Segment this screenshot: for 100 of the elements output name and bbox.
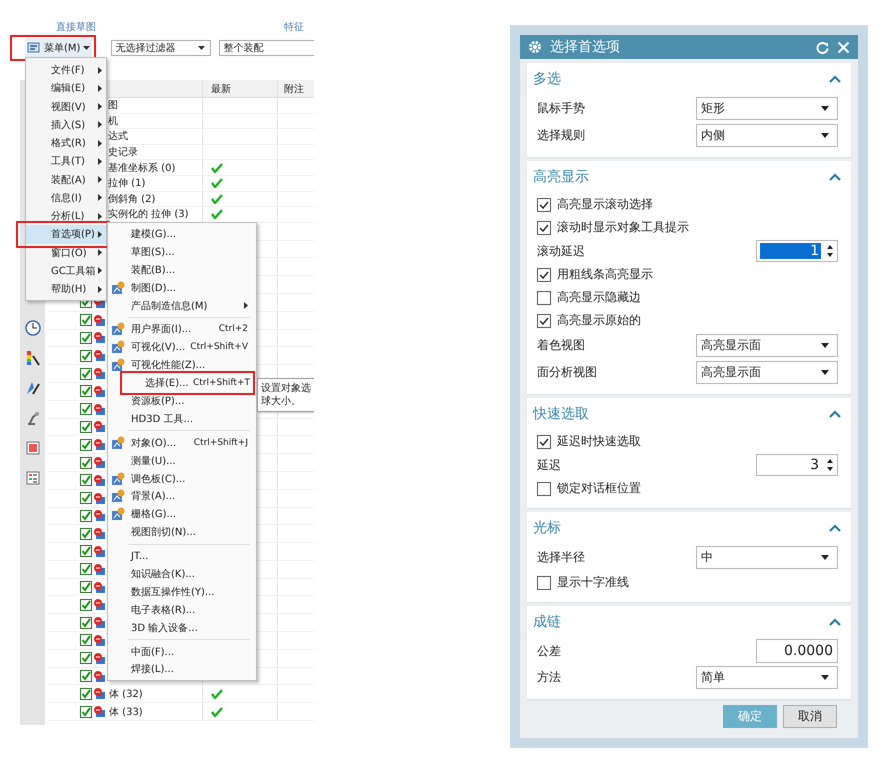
menu-item[interactable]: 帮助(H) bbox=[26, 280, 106, 298]
menu-item[interactable]: 焊接(L)... bbox=[108, 660, 256, 678]
feature-icon bbox=[93, 420, 106, 434]
checkbox[interactable] bbox=[80, 420, 92, 433]
checkbox[interactable] bbox=[80, 670, 92, 682]
checkbox[interactable] bbox=[80, 510, 92, 522]
menu-item[interactable]: 草图(S)... bbox=[108, 242, 256, 261]
menu-item[interactable]: 电子表格(R)... bbox=[108, 600, 256, 619]
spinner-field[interactable]: 3 bbox=[756, 454, 838, 476]
reset-icon[interactable] bbox=[816, 40, 829, 54]
menu-item[interactable]: 视图(V) bbox=[26, 98, 106, 116]
menu-item[interactable]: 知识融合(K)... bbox=[108, 565, 256, 583]
menu-item[interactable]: 可视化(V)... Ctrl+Shift+V bbox=[108, 338, 256, 356]
menu-item[interactable]: 可视化性能(Z)... bbox=[108, 356, 256, 374]
section-title: 光标 bbox=[533, 519, 561, 537]
menu-item[interactable]: 中面(F)... bbox=[108, 642, 256, 660]
checkbox[interactable] bbox=[80, 403, 92, 416]
menu-item[interactable]: 分析(L) bbox=[26, 207, 106, 226]
checkbox[interactable] bbox=[537, 482, 551, 496]
checkbox[interactable] bbox=[80, 456, 92, 468]
checkbox[interactable] bbox=[80, 350, 92, 362]
checkbox[interactable] bbox=[537, 434, 551, 448]
spinner-field[interactable]: 1 bbox=[756, 240, 838, 262]
checkbox[interactable] bbox=[537, 290, 551, 304]
checkbox[interactable] bbox=[537, 268, 551, 282]
collapse-icon[interactable] bbox=[829, 524, 841, 532]
menu-item[interactable]: 用户界面(I)... Ctrl+2 bbox=[108, 320, 256, 338]
checkbox[interactable] bbox=[80, 706, 92, 718]
menu-item[interactable]: 装配(A) bbox=[26, 170, 106, 189]
menu-item[interactable]: 选择(E)... Ctrl+Shift+T bbox=[124, 374, 253, 392]
menu-item[interactable]: 窗口(O) bbox=[26, 244, 106, 262]
selection-filter-dropdown[interactable]: 无选择过滤器 bbox=[111, 40, 212, 56]
scope-dropdown[interactable]: 整个装配 bbox=[219, 40, 314, 56]
spin-arrows-icon[interactable] bbox=[827, 245, 833, 257]
dropdown[interactable]: 高亮显示面 bbox=[696, 334, 838, 357]
close-icon[interactable] bbox=[837, 40, 850, 54]
menu-item[interactable]: 插入(S) bbox=[26, 116, 106, 134]
collapse-icon[interactable] bbox=[829, 410, 841, 418]
menu-item[interactable]: 建模(G)... bbox=[108, 225, 256, 243]
checkbox[interactable] bbox=[80, 598, 92, 611]
feature-icon bbox=[93, 367, 106, 380]
menu-item[interactable]: 文件(F) bbox=[26, 61, 106, 80]
input-field[interactable]: 0.0000 bbox=[756, 639, 838, 663]
checkbox[interactable] bbox=[80, 368, 92, 380]
checkbox[interactable] bbox=[80, 314, 92, 326]
menu-item[interactable]: 对象(O)... Ctrl+Shift+J bbox=[108, 434, 256, 452]
checkbox[interactable] bbox=[80, 616, 92, 629]
checkbox[interactable] bbox=[80, 385, 92, 398]
checkbox[interactable] bbox=[80, 688, 92, 700]
menu-item[interactable]: 调色板(C)... bbox=[108, 470, 256, 488]
feature-icon bbox=[93, 492, 106, 505]
checkbox[interactable] bbox=[80, 438, 92, 451]
checkbox[interactable] bbox=[537, 314, 551, 328]
checkbox[interactable] bbox=[80, 528, 92, 540]
checkbox[interactable] bbox=[80, 652, 92, 664]
menu-button[interactable]: 菜单(M) bbox=[25, 38, 92, 58]
checkbox[interactable] bbox=[537, 220, 551, 234]
checkbox[interactable] bbox=[537, 198, 551, 212]
checkbox[interactable] bbox=[80, 581, 92, 594]
menu-item[interactable]: JT... bbox=[108, 547, 256, 566]
submenu-arrow-icon bbox=[98, 286, 102, 293]
collapse-icon[interactable] bbox=[829, 173, 841, 181]
dropdown[interactable]: 中 bbox=[696, 546, 838, 569]
checkbox[interactable] bbox=[80, 332, 92, 344]
dropdown-arrow-icon bbox=[821, 106, 829, 111]
checkbox[interactable] bbox=[80, 563, 92, 576]
menu-item[interactable]: 数据互操作性(Y)... bbox=[108, 582, 256, 601]
dropdown[interactable]: 矩形 bbox=[696, 97, 838, 120]
menu-item[interactable]: 装配(B)... bbox=[108, 260, 256, 279]
tree-node-label: 体 (32) bbox=[109, 688, 143, 701]
dropdown[interactable]: 高亮显示面 bbox=[696, 361, 838, 384]
menu-item[interactable]: 制图(D)... bbox=[108, 278, 256, 297]
menu-item[interactable]: 测量(U)... bbox=[108, 452, 256, 470]
cancel-button[interactable]: 取消 bbox=[783, 705, 837, 728]
menu-item[interactable]: 栅格(G)... bbox=[108, 505, 256, 524]
menu-item[interactable]: 资源板(P)... bbox=[108, 392, 256, 410]
menu-item[interactable]: HD3D 工具... bbox=[108, 410, 256, 428]
menu-item[interactable]: 编辑(E) bbox=[26, 79, 106, 98]
menu-item[interactable]: 信息(I) bbox=[26, 188, 106, 207]
checkbox[interactable] bbox=[80, 492, 92, 504]
menu-item[interactable]: 视图剖切(N)... bbox=[108, 523, 256, 542]
menu-item[interactable]: 背景(A)... bbox=[108, 487, 256, 506]
checkbox[interactable] bbox=[80, 634, 92, 646]
collapse-icon[interactable] bbox=[829, 75, 841, 83]
checkbox[interactable] bbox=[80, 545, 92, 558]
menu-item-icon bbox=[111, 340, 125, 354]
submenu-arrow-icon bbox=[98, 66, 102, 74]
menu-item[interactable]: 首选项(P) bbox=[26, 225, 106, 244]
dropdown[interactable]: 内侧 bbox=[696, 124, 838, 147]
spin-arrows-icon[interactable] bbox=[827, 459, 833, 471]
menu-item[interactable]: 工具(T) bbox=[26, 152, 106, 170]
checkbox[interactable] bbox=[80, 474, 92, 486]
menu-item[interactable]: 3D 输入设备... bbox=[108, 618, 256, 637]
checkbox[interactable] bbox=[537, 576, 551, 590]
menu-item[interactable]: 产品制造信息(M) bbox=[108, 296, 256, 314]
menu-item[interactable]: 格式(R) bbox=[26, 134, 106, 152]
menu-item[interactable]: GC工具箱 bbox=[26, 262, 106, 280]
dropdown[interactable]: 简单 bbox=[696, 666, 838, 689]
collapse-icon[interactable] bbox=[829, 618, 841, 626]
section-title: 成链 bbox=[533, 613, 561, 631]
